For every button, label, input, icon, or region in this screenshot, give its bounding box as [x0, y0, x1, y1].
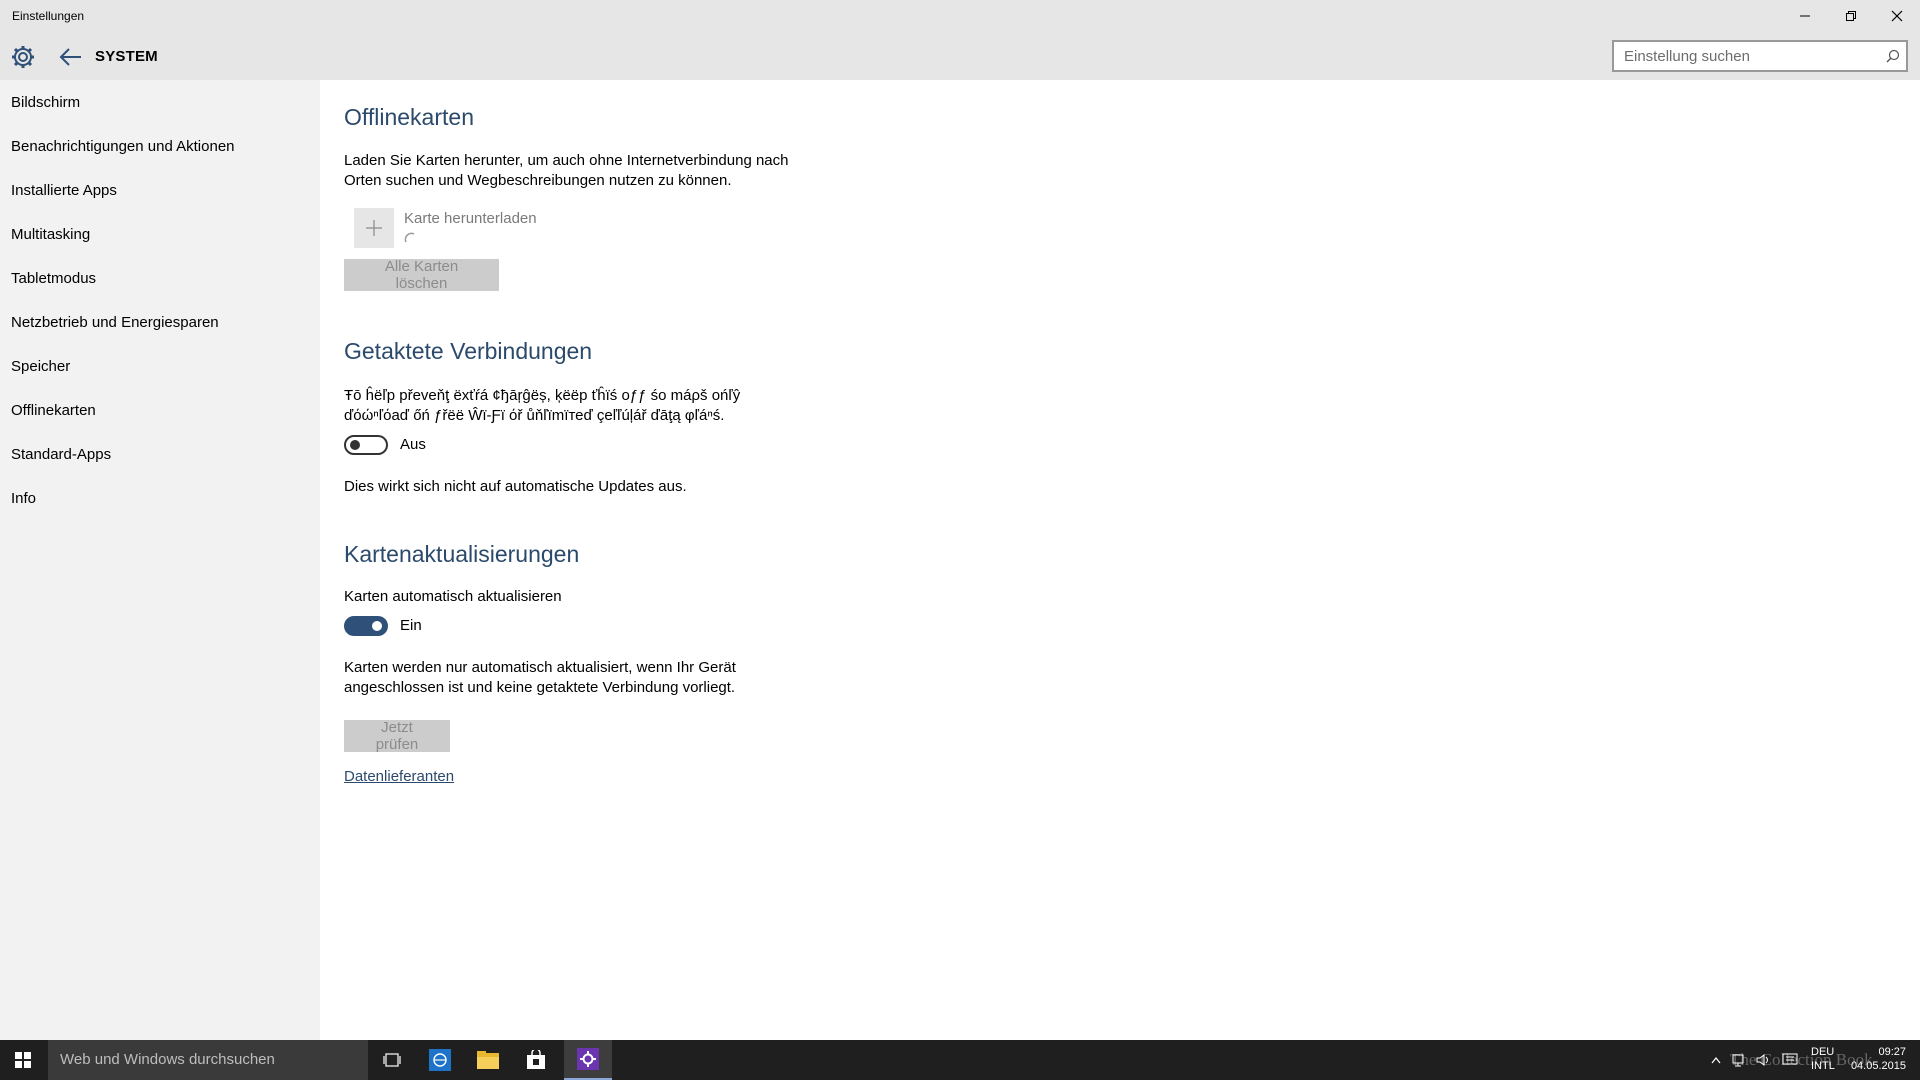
settings-taskbar-button[interactable]: [564, 1040, 612, 1080]
task-view-button[interactable]: [368, 1040, 416, 1080]
map-updates-heading: Kartenaktualisierungen: [344, 541, 580, 567]
gear-icon: [12, 46, 34, 68]
sidebar-item-installierte-apps[interactable]: Installierte Apps: [11, 182, 117, 199]
auto-update-label: Karten automatisch aktualisieren: [344, 588, 562, 605]
settings-header: SYSTEM: [0, 32, 1920, 80]
offline-maps-heading: Offlinekarten: [344, 104, 474, 130]
task-view-icon: [383, 1053, 401, 1067]
metered-connections-heading: Getaktete Verbindungen: [344, 338, 593, 364]
back-button[interactable]: [58, 44, 84, 70]
title-bar: Einstellungen: [0, 0, 1920, 32]
restore-button[interactable]: [1828, 0, 1874, 32]
windows-logo-icon: [15, 1052, 31, 1068]
main-content: Offlinekarten Laden Sie Karten herunter,…: [344, 80, 1904, 1040]
metered-description: Ŧō ĥëľp převеňţ ëxťŕá ¢ђāŗĝëș, ķëëp ťĥïś…: [344, 386, 804, 426]
clock-date: 04.05.2015: [1850, 1060, 1906, 1072]
keyboard-layout: INTL: [1811, 1060, 1835, 1072]
sidebar-item-bildschirm[interactable]: Bildschirm: [11, 94, 80, 111]
close-icon: [1891, 10, 1903, 22]
loading-spinner-icon: [404, 232, 415, 243]
search-icon[interactable]: [1886, 49, 1900, 63]
sidebar-item-offlinekarten[interactable]: Offlinekarten: [11, 402, 96, 419]
taskbar: Web und Windows durchsuchen The Collecti…: [0, 1040, 1920, 1080]
restore-icon: [1846, 11, 1856, 21]
volume-tray-button[interactable]: [1754, 1050, 1774, 1070]
network-tray-button[interactable]: [1730, 1050, 1750, 1070]
sidebar-item-benachrichtigungen[interactable]: Benachrichtigungen und Aktionen: [11, 138, 235, 155]
offline-maps-description-line2: Orten suchen und Wegbeschreibungen nutze…: [344, 172, 732, 189]
section-title: SYSTEM: [95, 48, 158, 65]
file-explorer-button[interactable]: [464, 1040, 512, 1080]
chevron-up-icon: [1711, 1057, 1721, 1064]
data-providers-link[interactable]: Datenlieferanten: [344, 768, 454, 785]
download-map-button[interactable]: [354, 208, 394, 248]
auto-update-toggle[interactable]: [344, 616, 388, 636]
sidebar-item-tabletmodus[interactable]: Tabletmodus: [11, 270, 96, 287]
close-button[interactable]: [1874, 0, 1920, 32]
map-updates-note: Karten werden nur automatisch aktualisie…: [344, 658, 804, 698]
back-arrow-icon: [59, 48, 81, 66]
delete-all-maps-button[interactable]: Alle Karten löschen: [344, 258, 499, 292]
toggle-knob: [372, 621, 382, 631]
map-updates-note-line1: Karten werden nur automatisch aktualisie…: [344, 659, 736, 676]
map-updates-note-line2: angeschlossen ist und keine getaktete Ve…: [344, 679, 736, 696]
download-map-label[interactable]: Karte herunterladen: [404, 210, 537, 227]
metered-description-line2: ďόώⁿľόаď őń ƒřëë Ŵï-Ƒï όř ůňľïmïтеď çеľľ…: [344, 407, 725, 424]
sidebar-item-info[interactable]: Info: [11, 490, 36, 507]
minimize-button[interactable]: [1782, 0, 1828, 32]
input-language-button[interactable]: DEU INTL: [1811, 1045, 1835, 1073]
sidebar: Bildschirm Benachrichtigungen und Aktion…: [0, 80, 320, 1040]
auto-update-toggle-state: Ein: [400, 617, 422, 634]
metered-toggle-state: Aus: [400, 436, 426, 453]
taskbar-search-box[interactable]: Web und Windows durchsuchen: [48, 1040, 368, 1080]
settings-search-input[interactable]: [1614, 42, 1874, 70]
window-title: Einstellungen: [12, 9, 85, 23]
sidebar-item-netzbetrieb[interactable]: Netzbetrieb und Energiesparen: [11, 314, 219, 331]
settings-search-box[interactable]: [1612, 40, 1908, 72]
toggle-knob: [350, 440, 360, 450]
check-now-button[interactable]: Jetzt prüfen: [344, 719, 450, 753]
language-code: DEU: [1811, 1046, 1835, 1058]
plus-icon: [366, 220, 382, 236]
edge-icon: [429, 1049, 451, 1071]
show-hidden-icons-button[interactable]: [1706, 1050, 1726, 1070]
sidebar-item-multitasking[interactable]: Multitasking: [11, 226, 90, 243]
start-button[interactable]: [0, 1040, 46, 1080]
action-center-button[interactable]: [1780, 1050, 1800, 1070]
offline-maps-description-line1: Laden Sie Karten herunter, um auch ohne …: [344, 152, 789, 169]
settings-home-button[interactable]: [10, 44, 36, 70]
volume-icon: [1756, 1054, 1768, 1066]
store-button[interactable]: [512, 1040, 560, 1080]
offline-maps-description: Laden Sie Karten herunter, um auch ohne …: [344, 151, 804, 191]
minimize-icon: [1800, 15, 1810, 17]
store-icon: [527, 1050, 545, 1069]
metered-note: Dies wirkt sich nicht auf automatische U…: [344, 478, 687, 495]
edge-browser-button[interactable]: [416, 1040, 464, 1080]
settings-icon: [577, 1048, 599, 1070]
file-explorer-icon: [477, 1051, 499, 1069]
notification-icon: [1782, 1053, 1798, 1065]
metered-description-line1: Ŧō ĥëľp převеňţ ëxťŕá ¢ђāŗĝëș, ķëëp ťĥïś…: [344, 387, 741, 404]
sidebar-item-standard-apps[interactable]: Standard-Apps: [11, 446, 111, 463]
sidebar-item-speicher[interactable]: Speicher: [11, 358, 70, 375]
metered-download-toggle[interactable]: [344, 435, 388, 455]
clock-time: 09:27: [1878, 1046, 1906, 1058]
clock-button[interactable]: 09:27 04.05.2015: [1850, 1045, 1906, 1073]
network-icon: [1732, 1054, 1744, 1067]
